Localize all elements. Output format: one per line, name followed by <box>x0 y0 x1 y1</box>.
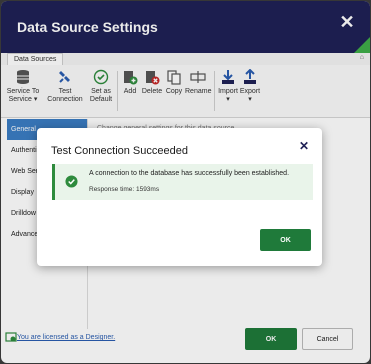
success-message: A connection to the database has success… <box>89 170 290 177</box>
dialog-title: Test Connection Succeeded <box>51 145 188 157</box>
success-alert: A connection to the database has success… <box>52 164 313 200</box>
response-time: Response time: 1593ms <box>89 186 160 193</box>
close-dialog-button[interactable]: ✕ <box>296 138 312 154</box>
check-circle-icon <box>65 175 78 188</box>
test-connection-dialog: Test Connection Succeeded ✕ A connection… <box>37 128 322 266</box>
dialog-ok-button[interactable]: OK <box>260 229 311 251</box>
